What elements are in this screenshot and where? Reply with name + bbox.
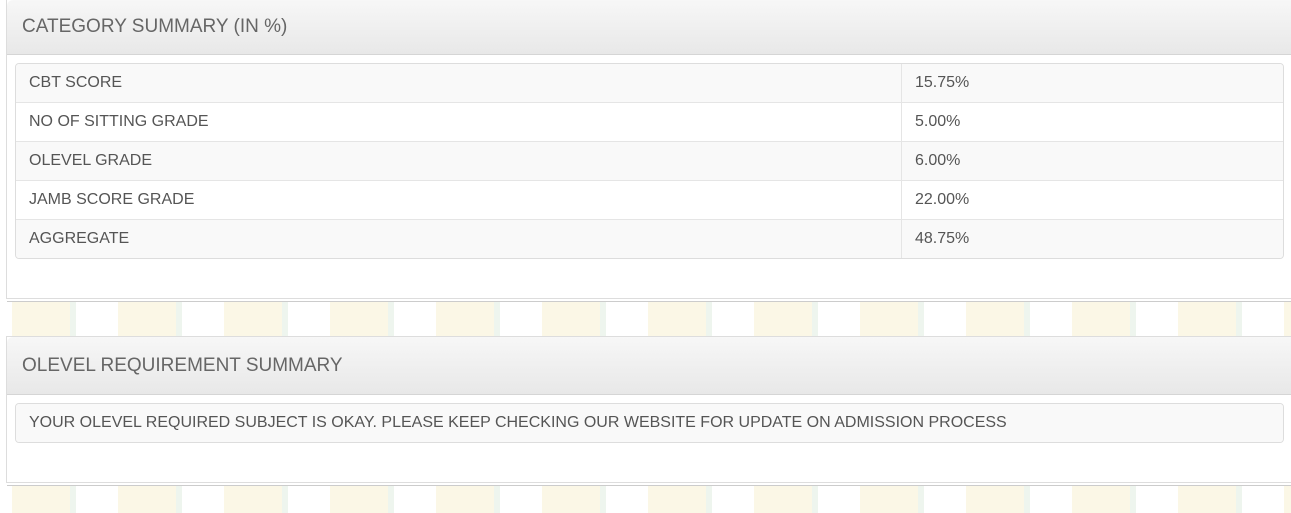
row-value: 5.00% xyxy=(901,102,1283,142)
panel-title: OLEVEL REQUIREMENT SUMMARY xyxy=(7,337,1291,395)
row-label: OLEVEL GRADE xyxy=(16,141,902,181)
category-summary-panel: CATEGORY SUMMARY (IN %) CBT SCORE 15.75% N… xyxy=(6,0,1291,299)
panel-title: CATEGORY SUMMARY (IN %) xyxy=(7,0,1291,55)
row-label: NO OF SITTING GRADE xyxy=(16,102,902,142)
table-row: AGGREGATE 48.75% xyxy=(16,219,1283,258)
row-label: AGGREGATE xyxy=(16,219,902,258)
row-label: CBT SCORE xyxy=(16,64,902,103)
table-row: JAMB SCORE GRADE 22.00% xyxy=(16,180,1283,220)
table-row: CBT SCORE 15.75% xyxy=(16,64,1283,103)
row-value: 6.00% xyxy=(901,141,1283,181)
table-row: OLEVEL GRADE 6.00% xyxy=(16,141,1283,181)
row-label: JAMB SCORE GRADE xyxy=(16,180,902,220)
row-value: 22.00% xyxy=(901,180,1283,220)
table-row: NO OF SITTING GRADE 5.00% xyxy=(16,102,1283,142)
row-value: 15.75% xyxy=(901,64,1283,103)
category-table: CBT SCORE 15.75% NO OF SITTING GRADE 5.00% O… xyxy=(16,64,1283,258)
olevel-message: YOUR OLEVEL REQUIRED SUBJECT IS OKAY. PL… xyxy=(16,404,1283,442)
row-value: 48.75% xyxy=(901,219,1283,258)
category-table-container: CBT SCORE 15.75% NO OF SITTING GRADE 5.00% O… xyxy=(15,63,1284,259)
olevel-summary-panel: OLEVEL REQUIREMENT SUMMARY YOUR OLEVEL R… xyxy=(6,336,1291,483)
